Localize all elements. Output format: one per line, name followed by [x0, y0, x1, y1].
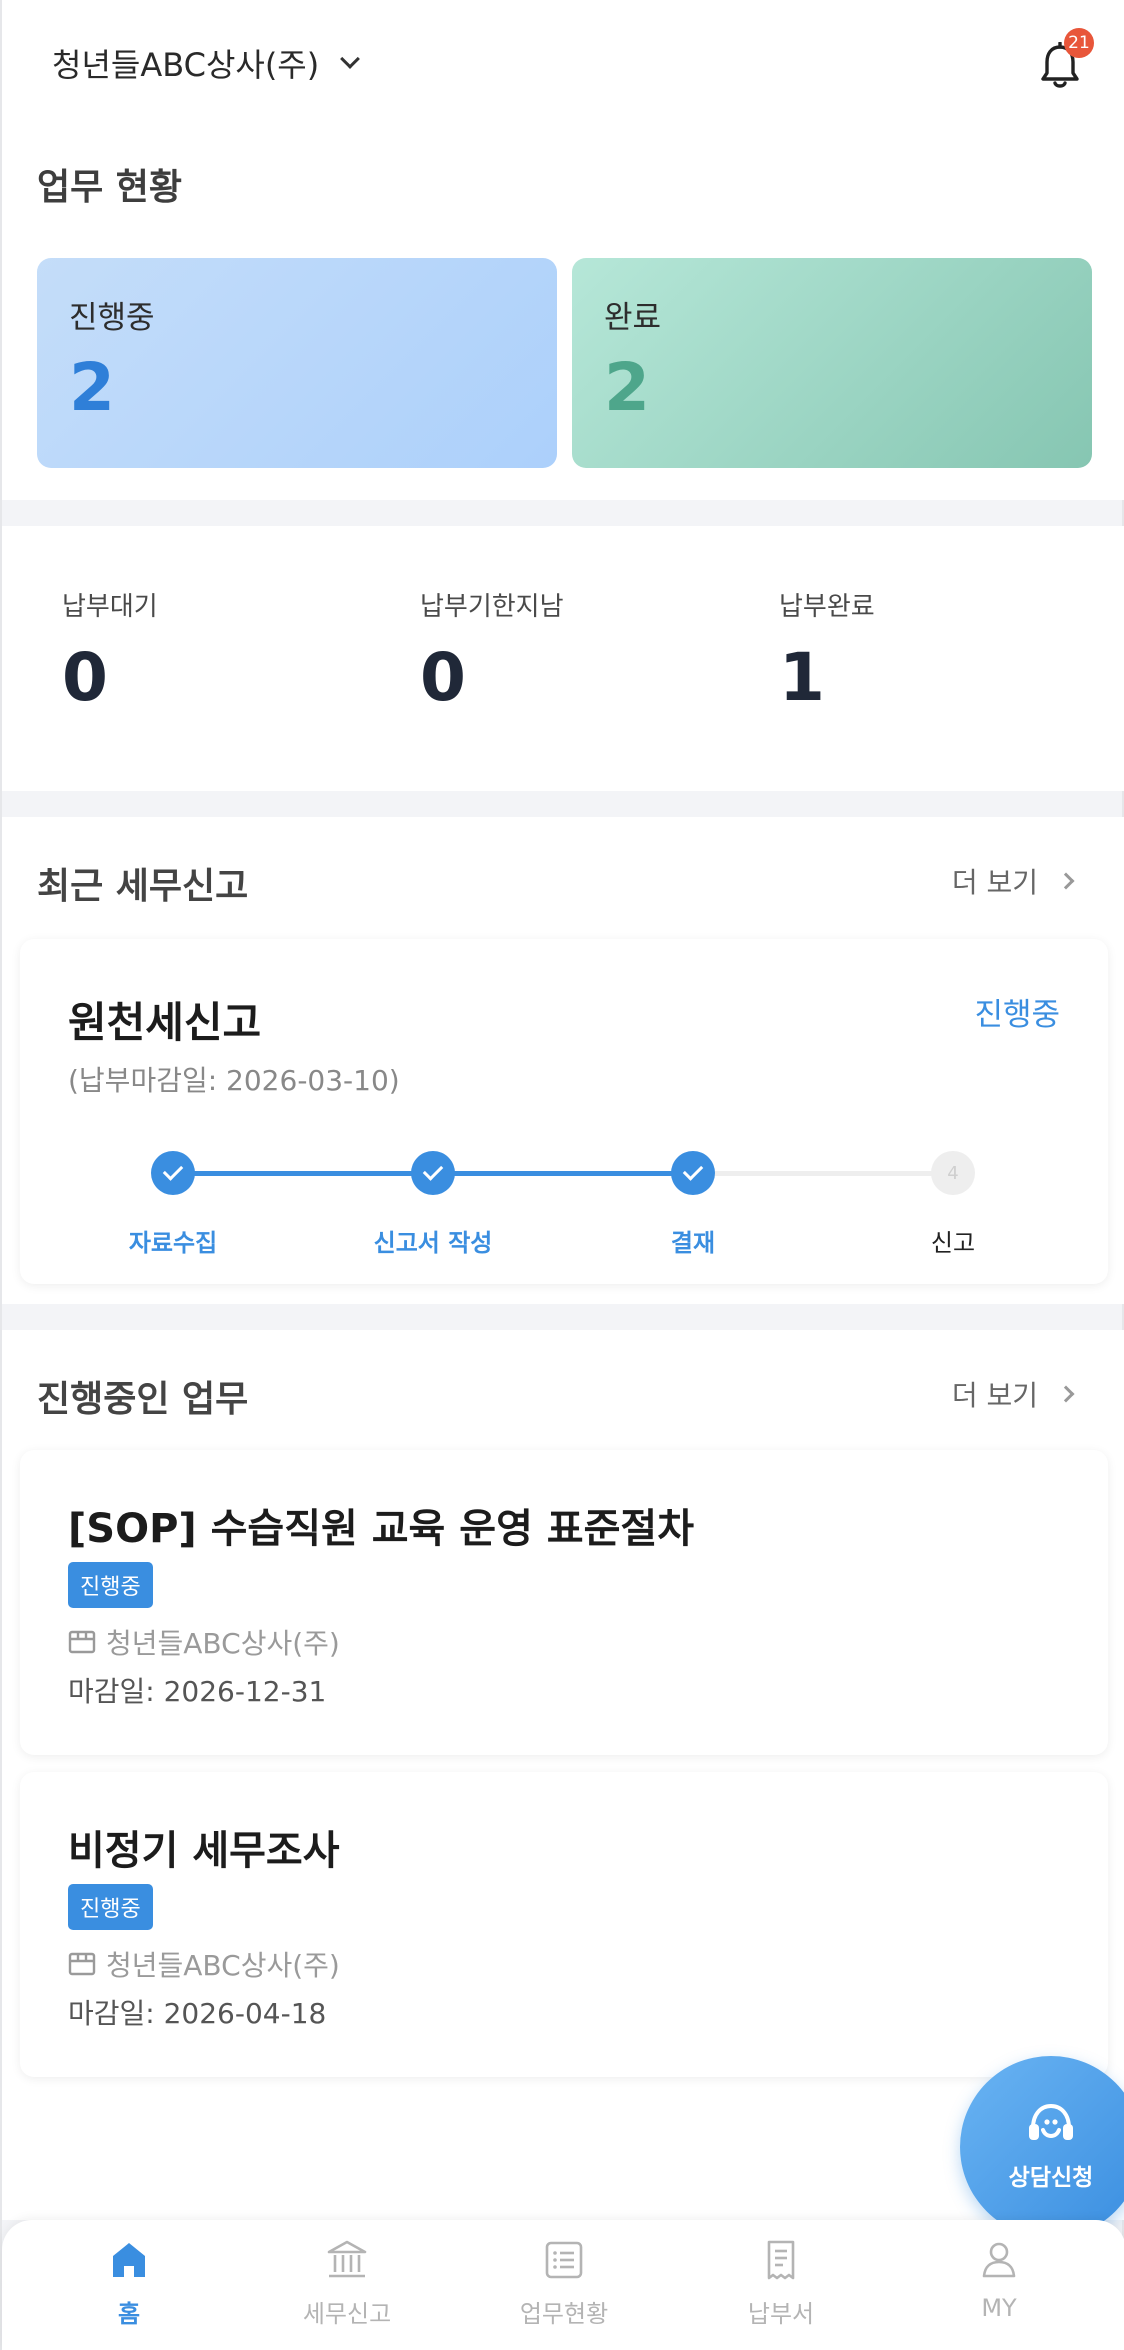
recent-tax-more-link[interactable]: 더 보기 — [951, 861, 1075, 901]
payment-pending[interactable]: 납부대기 0 — [62, 586, 158, 711]
ongoing-tasks-title: 진행중인 업무 — [37, 1379, 249, 1420]
payment-overdue[interactable]: 납부기한지남 0 — [420, 586, 564, 711]
list-icon — [545, 2241, 583, 2279]
bottom-navigation: 홈 세무신고 업무현황 납부서 MY — [2, 2220, 1124, 2350]
step-2-check-icon — [411, 1151, 455, 1195]
in-progress-label: 진행중 — [69, 300, 155, 336]
completed-count: 2 — [604, 349, 650, 426]
nav-payment-slip[interactable]: 납부서 — [681, 2238, 881, 2338]
payment-pending-count: 0 — [62, 639, 108, 716]
step-4-label: 신고 — [930, 1229, 976, 1257]
step-1-label: 자료수집 — [128, 1229, 218, 1257]
payment-completed-count: 1 — [779, 639, 825, 716]
chevron-right-icon — [1057, 872, 1075, 890]
company-name: 청년들ABC상사(주) — [52, 46, 320, 84]
chevron-right-icon — [1057, 1385, 1075, 1403]
step-3-label: 결재 — [670, 1229, 716, 1257]
receipt-icon — [767, 2240, 795, 2280]
company-selector[interactable]: 청년들ABC상사(주) — [52, 38, 361, 88]
store-icon — [68, 1952, 96, 1976]
nav-tax-filing-label: 세무신고 — [302, 2300, 392, 2328]
status-section: 청년들ABC상사(주) 21 업무 현황 진행중 2 완료 2 — [2, 0, 1124, 500]
payment-pending-label: 납부대기 — [62, 592, 158, 622]
notification-badge: 21 — [1064, 28, 1094, 58]
step-4-marker: 4 — [931, 1151, 975, 1195]
more-label: 더 보기 — [951, 866, 1038, 899]
tax-filing-card[interactable]: 원천세신고 진행중 (납부마감일: 2026-03-10) 4 자료수집 신고서… — [20, 939, 1108, 1284]
user-icon — [982, 2242, 1016, 2278]
ongoing-tasks-more-link[interactable]: 더 보기 — [951, 1374, 1075, 1414]
step-3-check-icon — [671, 1151, 715, 1195]
recent-tax-section: 최근 세무신고 더 보기 원천세신고 진행중 (납부마감일: 2026-03-1… — [2, 817, 1124, 1304]
nav-home[interactable]: 홈 — [29, 2238, 229, 2338]
bank-icon — [327, 2240, 367, 2278]
task-due-date: 마감일: 2026-12-31 — [68, 1675, 327, 1708]
in-progress-count: 2 — [69, 349, 115, 426]
task-card[interactable]: [SOP] 수습직원 교육 운영 표준절차 진행중 청년들ABC상사(주) 마감… — [20, 1450, 1108, 1755]
nav-home-label: 홈 — [117, 2300, 141, 2328]
status-badge: 진행중 — [68, 1884, 153, 1930]
task-due-date: 마감일: 2026-04-18 — [68, 1997, 327, 2030]
task-company-name: 청년들ABC상사(주) — [106, 1627, 340, 1660]
nav-tax-filing[interactable]: 세무신고 — [247, 2238, 447, 2338]
task-title: 비정기 세무조사 — [68, 1828, 340, 1874]
recent-tax-title: 최근 세무신고 — [37, 866, 249, 907]
payment-overdue-label: 납부기한지남 — [420, 592, 564, 622]
payment-completed-label: 납부완료 — [779, 592, 875, 622]
nav-payment-slip-label: 납부서 — [747, 2300, 815, 2328]
chevron-down-icon — [340, 49, 361, 69]
payment-summary: 납부대기 0 납부기한지남 0 납부완료 1 — [2, 526, 1124, 791]
nav-work-status[interactable]: 업무현황 — [464, 2238, 664, 2338]
completed-label: 완료 — [604, 300, 662, 336]
filing-stepper: 4 자료수집 신고서 작성 결재 신고 — [20, 1149, 1108, 1269]
payment-completed[interactable]: 납부완료 1 — [779, 586, 875, 711]
nav-my[interactable]: MY — [899, 2238, 1099, 2338]
task-company-name: 청년들ABC상사(주) — [106, 1949, 340, 1982]
consult-request-label: 상담신청 — [1008, 2165, 1094, 2191]
notification-button[interactable]: 21 — [1038, 28, 1094, 90]
nav-work-status-label: 업무현황 — [519, 2300, 609, 2328]
step-2-label: 신고서 작성 — [373, 1229, 493, 1257]
home-icon — [113, 2243, 145, 2277]
in-progress-card[interactable]: 진행중 2 — [37, 258, 557, 468]
tax-filing-status: 진행중 — [974, 997, 1060, 1033]
completed-card[interactable]: 완료 2 — [572, 258, 1092, 468]
step-1-check-icon — [151, 1151, 195, 1195]
tax-filing-deadline: (납부마감일: 2026-03-10) — [68, 1064, 400, 1097]
payment-overdue-count: 0 — [420, 639, 466, 716]
app-screen: 청년들ABC상사(주) 21 업무 현황 진행중 2 완료 2 납부대기 0 납… — [0, 0, 1124, 2350]
task-title: [SOP] 수습직원 교육 운영 표준절차 — [68, 1506, 694, 1552]
tax-filing-name: 원천세신고 — [68, 998, 262, 1047]
task-company: 청년들ABC상사(주) — [68, 1622, 340, 1662]
task-card[interactable]: 비정기 세무조사 진행중 청년들ABC상사(주) 마감일: 2026-04-18 — [20, 1772, 1108, 2077]
ongoing-tasks-section: 진행중인 업무 더 보기 [SOP] 수습직원 교육 운영 표준절차 진행중 청… — [2, 1330, 1124, 2220]
more-label: 더 보기 — [951, 1379, 1038, 1412]
stepper-remaining-line — [693, 1171, 953, 1176]
headset-icon — [1029, 2103, 1073, 2140]
nav-my-label: MY — [981, 2294, 1017, 2322]
task-company: 청년들ABC상사(주) — [68, 1944, 340, 1984]
status-badge: 진행중 — [68, 1562, 153, 1608]
store-icon — [68, 1630, 96, 1654]
status-title: 업무 현황 — [37, 167, 183, 208]
